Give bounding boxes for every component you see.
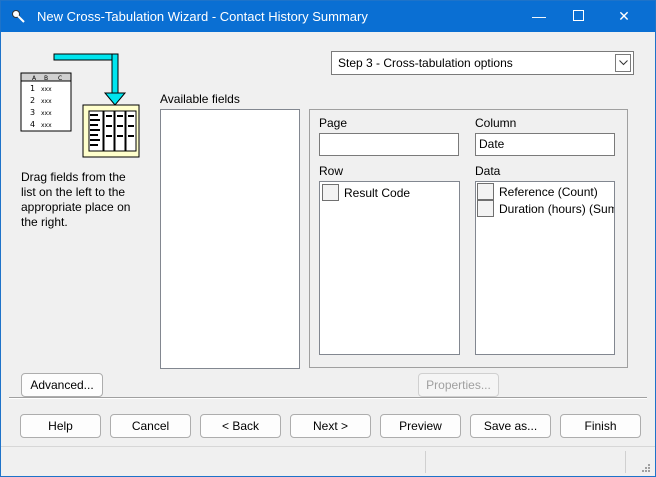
- sheet-cell-2: xxx: [41, 98, 52, 105]
- wizard-wand-icon: [12, 10, 25, 23]
- status-separator: [625, 451, 626, 473]
- instructions-text: Drag fields from the list on the left to…: [21, 170, 131, 229]
- next-button[interactable]: Next >: [290, 414, 371, 438]
- cancel-button[interactable]: Cancel: [110, 414, 191, 438]
- column-label: Column: [475, 116, 517, 130]
- sheet-row-3: 3: [30, 108, 35, 117]
- help-button[interactable]: Help: [20, 414, 101, 438]
- available-fields-label: Available fields: [160, 92, 240, 106]
- field-checkbox[interactable]: [477, 183, 494, 200]
- chevron-down-icon: [619, 60, 628, 66]
- field-checkbox[interactable]: [322, 184, 339, 201]
- maximize-button[interactable]: [555, 1, 601, 32]
- data-label: Data: [475, 164, 501, 178]
- divider: [9, 397, 647, 399]
- title-bar[interactable]: New Cross-Tabulation Wizard - Contact Hi…: [1, 1, 655, 32]
- row-label: Row: [319, 164, 344, 178]
- row-field-label: Result Code: [344, 186, 411, 200]
- step-dropdown[interactable]: Step 3 - Cross-tabulation options: [331, 51, 634, 75]
- sheet-header-c: C: [58, 75, 62, 82]
- window-title: New Cross-Tabulation Wizard - Contact Hi…: [37, 9, 368, 24]
- page-label: Page: [319, 116, 348, 130]
- sheet-cell-4: xxx: [41, 122, 52, 129]
- data-field-label: Reference (Count): [499, 185, 598, 199]
- maximize-icon: [572, 10, 584, 22]
- available-fields-list[interactable]: [160, 109, 300, 369]
- finish-button[interactable]: Finish: [560, 414, 641, 438]
- data-field-label: Duration (hours) (Sum: [499, 202, 615, 216]
- step-dropdown-value: Step 3 - Cross-tabulation options: [338, 56, 513, 70]
- sheet-header-b: B: [44, 75, 48, 82]
- sheet-row-2: 2: [30, 96, 35, 105]
- properties-button[interactable]: Properties...: [418, 373, 499, 397]
- row-list[interactable]: Result Code: [319, 181, 460, 355]
- advanced-button[interactable]: Advanced...: [21, 373, 103, 397]
- minimize-icon: —: [532, 8, 546, 24]
- status-separator: [425, 451, 426, 473]
- crosstab-illustration-icon: A B C 1 2 3 4 xxx xxx xxx xxx: [20, 53, 140, 158]
- field-checkbox[interactable]: [477, 200, 494, 217]
- column-field-value: Date: [479, 137, 505, 151]
- back-button[interactable]: < Back: [200, 414, 281, 438]
- data-list[interactable]: Reference (Count) Duration (hours) (Sum: [475, 181, 615, 355]
- close-icon: ✕: [618, 8, 630, 24]
- resize-grip-icon[interactable]: [641, 463, 651, 473]
- column-field[interactable]: Date: [475, 133, 615, 156]
- save-as-button[interactable]: Save as...: [470, 414, 551, 438]
- dropdown-arrow-button[interactable]: [615, 54, 631, 72]
- status-bar: [1, 446, 655, 476]
- close-button[interactable]: ✕: [601, 1, 647, 32]
- sheet-row-4: 4: [30, 120, 35, 129]
- wizard-body: A B C 1 2 3 4 xxx xxx xxx xxx Step 3 - C…: [1, 32, 655, 476]
- sheet-cell-3: xxx: [41, 110, 52, 117]
- wizard-window: New Cross-Tabulation Wizard - Contact Hi…: [0, 0, 656, 477]
- preview-button[interactable]: Preview: [380, 414, 461, 438]
- sheet-row-1: 1: [30, 84, 35, 93]
- page-field[interactable]: [319, 133, 459, 156]
- sheet-cell-1: xxx: [41, 86, 52, 93]
